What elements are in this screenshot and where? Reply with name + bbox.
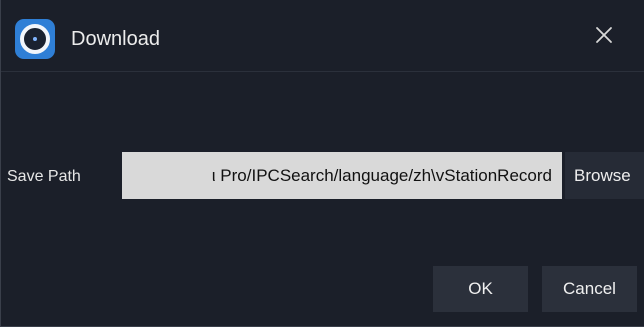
close-icon xyxy=(596,27,612,43)
ok-button[interactable]: OK xyxy=(433,266,528,312)
title-bar[interactable]: Download xyxy=(1,0,644,72)
dialog-title: Download xyxy=(71,28,160,50)
save-path-input[interactable]: ι Pro/IPCSearch/language/zh\vStationReco… xyxy=(122,152,562,199)
close-button[interactable] xyxy=(587,18,621,52)
save-path-value: ι Pro/IPCSearch/language/zh\vStationReco… xyxy=(211,166,552,185)
download-dialog: Download Save Path ι Pro/IPCSearch/langu… xyxy=(0,0,644,327)
title-divider xyxy=(1,71,644,72)
camera-lens-icon xyxy=(15,19,55,59)
save-path-label: Save Path xyxy=(7,168,81,185)
cancel-button[interactable]: Cancel xyxy=(542,266,637,312)
browse-button[interactable]: Browse xyxy=(565,152,644,199)
